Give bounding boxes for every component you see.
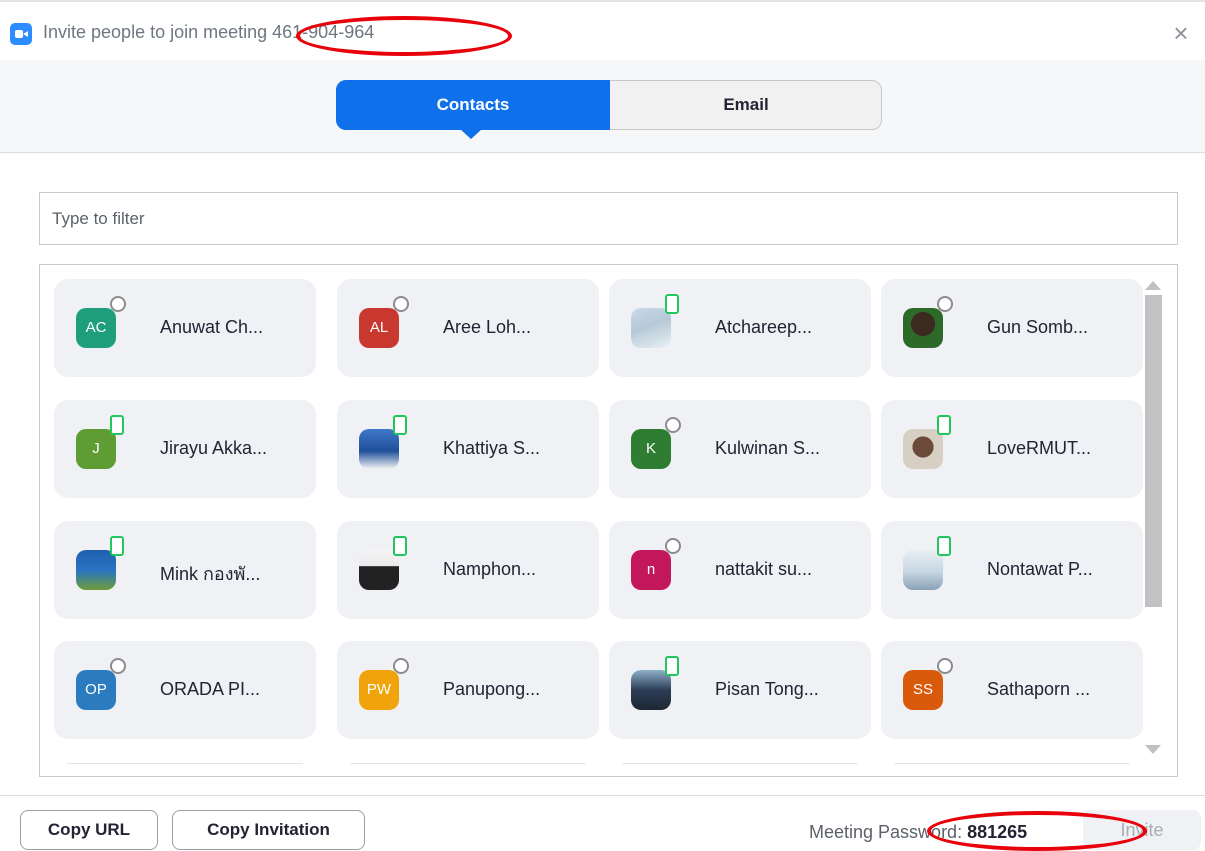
contact-name: Nontawat P...	[987, 559, 1093, 579]
contact-card[interactable]: LoveRMUT...	[881, 400, 1143, 498]
avatar-photo	[76, 550, 116, 590]
tab-group: Contacts Email	[336, 80, 882, 130]
status-offline-icon	[393, 296, 409, 312]
contact-name: Jirayu Akka...	[160, 438, 268, 458]
contact-card[interactable]: SS Sathaporn ...	[881, 641, 1143, 739]
contact-name: Atchareep...	[715, 317, 813, 337]
list-row-edge	[894, 763, 1130, 764]
contact-card[interactable]: Namphon...	[337, 521, 599, 619]
contact-card[interactable]: Gun Somb...	[881, 279, 1143, 377]
status-offline-icon	[110, 658, 126, 674]
contact-name: Pisan Tong...	[715, 679, 819, 699]
tab-contacts[interactable]: Contacts	[336, 80, 610, 130]
status-offline-icon	[110, 296, 126, 312]
avatar: J	[76, 429, 116, 469]
tab-header: Contacts Email	[0, 60, 1205, 153]
tab-email[interactable]: Email	[610, 80, 882, 130]
contact-name: Anuwat Ch...	[160, 317, 264, 337]
avatar: AC	[76, 308, 116, 348]
status-offline-icon	[937, 296, 953, 312]
contact-card[interactable]: Khattiya S...	[337, 400, 599, 498]
status-online-icon	[937, 415, 951, 435]
avatar: AL	[359, 308, 399, 348]
status-online-icon	[393, 415, 407, 435]
zoom-app-icon	[10, 23, 32, 45]
contact-card[interactable]: J Jirayu Akka...	[54, 400, 316, 498]
contact-card[interactable]: OP ORADA PI...	[54, 641, 316, 739]
copy-url-button[interactable]: Copy URL	[20, 810, 158, 850]
avatar-photo	[903, 308, 943, 348]
contact-name: Khattiya S...	[443, 438, 541, 458]
status-online-icon	[110, 536, 124, 556]
annotation-circle-password	[927, 811, 1147, 851]
footer-divider	[0, 795, 1205, 796]
contact-name: Mink กองพั...	[160, 564, 261, 584]
contact-name: LoveRMUT...	[987, 438, 1092, 458]
status-online-icon	[110, 415, 124, 435]
title-bar: Invite people to join meeting 461-904-96…	[0, 0, 1205, 60]
avatar-photo	[631, 308, 671, 348]
status-online-icon	[665, 294, 679, 314]
contact-card[interactable]: n nattakit su...	[609, 521, 871, 619]
avatar: PW	[359, 670, 399, 710]
scrollbar-thumb[interactable]	[1145, 295, 1162, 607]
list-row-edge	[622, 763, 858, 764]
status-offline-icon	[393, 658, 409, 674]
list-row-edge	[67, 763, 303, 764]
copy-invitation-button[interactable]: Copy Invitation	[172, 810, 365, 850]
close-icon[interactable]: ×	[1167, 18, 1195, 48]
contact-name: ORADA PI...	[160, 679, 261, 699]
avatar: SS	[903, 670, 943, 710]
list-row-edge	[350, 763, 586, 764]
contact-name: Kulwinan S...	[715, 438, 821, 458]
avatar-photo	[903, 550, 943, 590]
status-online-icon	[393, 536, 407, 556]
avatar: OP	[76, 670, 116, 710]
avatar-photo	[631, 670, 671, 710]
contact-name: nattakit su...	[715, 559, 813, 579]
contact-card[interactable]: Pisan Tong...	[609, 641, 871, 739]
annotation-circle-meeting-id	[296, 16, 512, 56]
status-online-icon	[665, 656, 679, 676]
scroll-down-arrow-icon[interactable]	[1145, 745, 1161, 754]
contact-card[interactable]: PW Panupong...	[337, 641, 599, 739]
avatar: K	[631, 429, 671, 469]
contact-card[interactable]: Mink กองพั...	[54, 521, 316, 619]
contact-card[interactable]: Nontawat P...	[881, 521, 1143, 619]
status-online-icon	[937, 536, 951, 556]
contact-card[interactable]: AL Aree Loh...	[337, 279, 599, 377]
contact-list[interactable]: AC Anuwat Ch... AL Aree Loh... Atchareep…	[39, 264, 1178, 777]
status-offline-icon	[665, 538, 681, 554]
contact-name: Aree Loh...	[443, 317, 532, 337]
status-offline-icon	[937, 658, 953, 674]
contact-name: Panupong...	[443, 679, 541, 699]
scroll-up-arrow-icon[interactable]	[1145, 281, 1161, 290]
contact-card[interactable]: Atchareep...	[609, 279, 871, 377]
status-offline-icon	[665, 417, 681, 433]
contact-name: Sathaporn ...	[987, 679, 1091, 699]
avatar-photo	[359, 550, 399, 590]
selected-tab-pointer	[460, 129, 482, 139]
contact-card[interactable]: AC Anuwat Ch...	[54, 279, 316, 377]
contact-card[interactable]: K Kulwinan S...	[609, 400, 871, 498]
avatar-photo	[359, 429, 399, 469]
avatar-photo	[903, 429, 943, 469]
filter-input[interactable]	[39, 192, 1178, 245]
contact-name: Gun Somb...	[987, 317, 1089, 337]
avatar: n	[631, 550, 671, 590]
contact-name: Namphon...	[443, 559, 537, 579]
